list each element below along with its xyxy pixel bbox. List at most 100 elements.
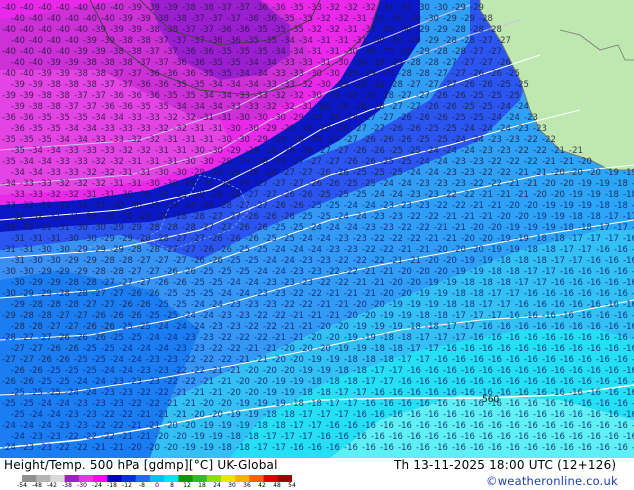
- temperature-label: -23: [290, 267, 304, 277]
- temperature-label: -25: [290, 223, 304, 233]
- temperature-label: -24: [56, 399, 70, 409]
- temperature-label: -32: [335, 14, 349, 24]
- temperature-label: -35: [38, 135, 52, 145]
- temperature-label: -22: [497, 168, 511, 178]
- temperature-label: -39: [20, 91, 34, 101]
- temperature-label: -16: [380, 399, 394, 409]
- temperature-label: -23: [245, 300, 259, 310]
- temperature-label: -30: [398, 25, 412, 35]
- temperature-label: -25: [200, 289, 214, 299]
- temperature-label: -25: [470, 91, 484, 101]
- temperature-label: -35: [191, 80, 205, 90]
- temperature-label: -27: [443, 58, 457, 68]
- temperature-label: -24: [506, 113, 520, 123]
- temperature-label: -16: [317, 432, 331, 442]
- temperature-label: -16: [614, 333, 628, 343]
- temperature-label: -18: [218, 443, 232, 453]
- temperature-label: -22: [416, 223, 430, 233]
- temperature-label: -29: [128, 223, 142, 233]
- temperature-label: -20: [560, 179, 574, 189]
- temperature-label: -19: [227, 410, 241, 420]
- temperature-label: -16: [614, 311, 628, 321]
- temperature-label: -23: [74, 421, 88, 431]
- temperature-label: -29: [335, 80, 349, 90]
- temperature-label: -17: [308, 421, 322, 431]
- temperature-label: -28: [227, 190, 241, 200]
- temperature-label: -23: [146, 377, 160, 387]
- temperature-label: -35: [47, 124, 61, 134]
- temperature-label: -28: [425, 58, 439, 68]
- temperature-label: -18: [524, 245, 538, 255]
- temperature-label: -17: [596, 223, 610, 233]
- colorbar-swatch: [93, 475, 108, 482]
- temperature-label: -16: [569, 410, 583, 420]
- temperature-label: -33: [29, 190, 43, 200]
- temperature-label: -20: [452, 245, 466, 255]
- temperature-label: -22: [173, 366, 187, 376]
- temperature-label: -37: [227, 14, 241, 24]
- temperature-label: -28: [200, 201, 214, 211]
- temperature-label: -29: [191, 168, 205, 178]
- credit-link[interactable]: ©weatheronline.co.uk: [486, 474, 618, 488]
- temperature-label: -32: [263, 102, 277, 112]
- temperature-label: -22: [56, 443, 70, 453]
- temperature-label: -23: [515, 124, 529, 134]
- weather-map: -40 -40 -40 -40 -40 -40 -40 -39 -39 -39 -38 -38 -37-…: [0, 0, 634, 458]
- temperature-label: -21: [227, 366, 241, 376]
- temperature-label: -16: [596, 333, 610, 343]
- temperature-label: -20: [587, 168, 601, 178]
- temperature-label: -24: [344, 223, 358, 233]
- temperature-label: -23: [497, 146, 511, 156]
- temperature-label: -28: [20, 311, 34, 321]
- temperature-label: -30: [2, 289, 16, 299]
- temperature-label: -21: [425, 234, 439, 244]
- temperature-label: -37: [155, 58, 169, 68]
- temperature-label: -19: [425, 278, 439, 288]
- temperature-label: -16: [479, 322, 493, 332]
- temperature-label: -35: [20, 135, 34, 145]
- temperature-label: -16: [533, 388, 547, 398]
- temperature-label: -30: [416, 3, 430, 13]
- temperature-label: -19: [371, 322, 385, 332]
- temperature-label: -27: [146, 267, 160, 277]
- temperature-label: -16: [533, 344, 547, 354]
- temperature-label: -16: [569, 344, 583, 354]
- temperature-label: -32: [56, 201, 70, 211]
- temperature-label: -23: [191, 344, 205, 354]
- temperature-label: -20: [173, 432, 187, 442]
- temperature-label: -24: [479, 124, 493, 134]
- temperature-label: -16: [515, 322, 529, 332]
- temperature-label: -34: [263, 58, 277, 68]
- temperature-label: -38: [101, 58, 115, 68]
- temperature-label: -28: [335, 124, 349, 134]
- temperature-label: -30: [353, 58, 367, 68]
- temperature-label: -26: [344, 157, 358, 167]
- temperature-label: -19: [344, 333, 358, 343]
- temperature-label: -36: [164, 69, 178, 79]
- temperature-label: -26: [434, 91, 448, 101]
- temperature-label: -29: [434, 25, 448, 35]
- temperature-label: -26: [416, 113, 430, 123]
- temperature-label: -33: [2, 201, 16, 211]
- temperature-label: -31: [335, 36, 349, 46]
- temperature-label: -40: [29, 14, 43, 24]
- temperature-label: -16: [416, 421, 430, 431]
- temperature-label: -25: [83, 366, 97, 376]
- temperature-label: -20: [326, 333, 340, 343]
- temperature-label: -21: [506, 179, 520, 189]
- temperature-label: -35: [200, 69, 214, 79]
- temperature-label: -29: [308, 113, 322, 123]
- temperature-label: -16: [533, 410, 547, 420]
- map-title: Height/Temp. 500 hPa [gdmp][°C] UK-Globa…: [4, 458, 278, 472]
- temperature-label: -35: [155, 102, 169, 112]
- temperature-label: -34: [299, 36, 313, 46]
- temperature-label: -23: [380, 201, 394, 211]
- temperature-label: -24: [380, 179, 394, 189]
- temperature-label: -18: [506, 267, 520, 277]
- temperature-label: -35: [227, 58, 241, 68]
- temperature-label: -29: [236, 157, 250, 167]
- temperature-label: -22: [506, 157, 520, 167]
- temperature-label: -16: [605, 388, 619, 398]
- temperature-label: -30: [155, 168, 169, 178]
- temperature-label: -26: [20, 377, 34, 387]
